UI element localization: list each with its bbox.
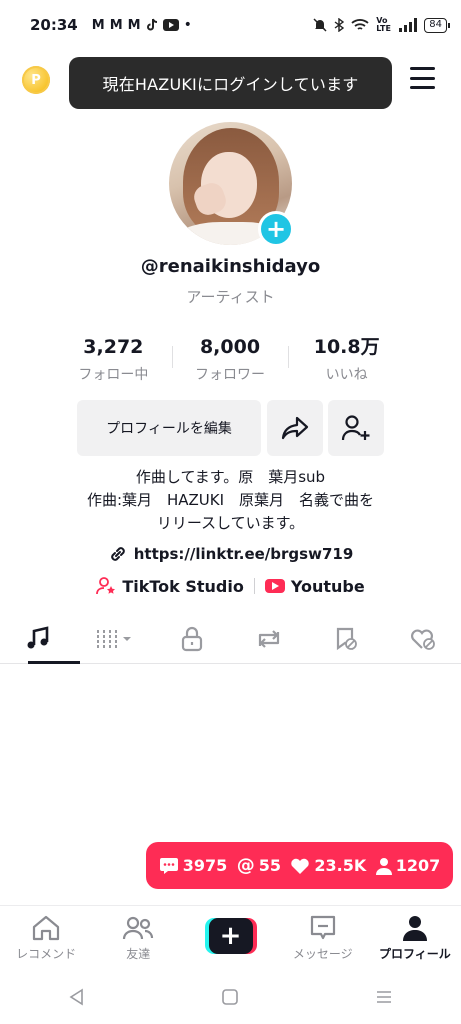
music-note-icon <box>27 625 49 648</box>
studio-label: TikTok Studio <box>122 576 244 596</box>
mention-icon: @ <box>236 855 255 876</box>
username: @renaikinshidayo <box>140 256 321 277</box>
nav-create[interactable]: + <box>184 906 276 967</box>
repost-icon <box>258 629 279 648</box>
add-avatar-button[interactable]: + <box>258 211 294 247</box>
message-icon <box>310 915 335 940</box>
bio-line: 作曲してます。原 葉月sub <box>135 468 326 486</box>
profile-icon <box>402 916 427 941</box>
nav-inbox-label: メッセージ <box>292 947 353 961</box>
nav-home[interactable]: レコメンド <box>0 906 92 967</box>
external-links: TikTok Studio Youtube <box>0 576 461 596</box>
menu-icon[interactable] <box>410 67 435 89</box>
edit-profile-button[interactable]: プロフィールを編集 <box>77 400 261 456</box>
comments-count: 3975 <box>182 856 228 875</box>
recents-icon[interactable] <box>375 988 393 1006</box>
youtube-label: Youtube <box>290 576 365 596</box>
comment-icon <box>159 857 178 874</box>
liked-hidden-icon <box>410 629 435 650</box>
likes-total: 23.5K <box>314 856 367 875</box>
likes-count: 10.8万 <box>313 336 380 358</box>
nav-inbox[interactable]: メッセージ <box>277 906 369 967</box>
link-icon <box>110 547 125 561</box>
mentions-count: 55 <box>258 856 281 875</box>
followers-summary: 1207 <box>375 856 441 875</box>
profile-link[interactable]: https://linktr.ee/brgsw719 <box>0 544 461 564</box>
bluetooth-icon <box>334 18 345 32</box>
home-icon <box>32 915 60 941</box>
tab-videos[interactable] <box>77 614 154 663</box>
following-label: フォロー中 <box>78 367 149 383</box>
youtube-link[interactable]: Youtube <box>255 577 375 596</box>
coin-icon[interactable]: P <box>22 66 50 94</box>
tab-music[interactable] <box>0 614 80 664</box>
back-icon[interactable] <box>68 988 86 1006</box>
link-text: https://linktr.ee/brgsw719 <box>133 545 354 563</box>
bio-line: 作曲:葉月 HAZUKI 原葉月 名義で曲を <box>86 491 375 509</box>
likes-summary: 23.5K <box>290 856 366 875</box>
nav-home-label: レコメンド <box>16 947 77 961</box>
lock-icon <box>181 626 203 651</box>
heart-icon <box>291 858 310 874</box>
dot-icon: • <box>183 17 192 33</box>
share-profile-button[interactable] <box>267 400 323 456</box>
plus-icon: + <box>208 918 253 954</box>
youtube-icon <box>162 19 179 31</box>
status-bar: 20:34 M M M • Vo LTE 84 <box>0 0 461 50</box>
mute-icon <box>313 18 327 32</box>
tab-liked[interactable] <box>384 614 461 663</box>
tab-reposts[interactable] <box>230 614 307 663</box>
account-category: アーティスト <box>186 288 275 306</box>
following-stat[interactable]: 3,272 フォロー中 <box>55 334 172 384</box>
grid-filter-icon <box>97 629 132 648</box>
bottom-navigation: レコメンド 友達 + メッセージ プロフィール <box>0 905 461 967</box>
studio-icon <box>96 577 116 595</box>
login-toast: 現在HAZUKIにログインしています <box>69 57 392 109</box>
profile-stats: 3,272 フォロー中 8,000 フォロワー 10.8万 いいね <box>55 334 405 384</box>
status-time: 20:34 <box>30 16 78 34</box>
nav-profile[interactable]: プロフィール <box>369 906 461 967</box>
add-user-icon <box>341 415 370 441</box>
battery-indicator: 84 <box>424 17 450 33</box>
tiktok-studio-link[interactable]: TikTok Studio <box>86 576 254 596</box>
create-button[interactable]: + <box>204 918 257 954</box>
followers-label: フォロワー <box>195 367 265 383</box>
friends-icon <box>123 916 154 940</box>
likes-stat[interactable]: 10.8万 いいね <box>288 334 405 384</box>
gmail-icon: M <box>91 17 105 33</box>
followers-count: 8,000 <box>199 336 261 358</box>
nav-friends[interactable]: 友達 <box>92 906 184 967</box>
profile-tabs <box>0 614 461 664</box>
mentions-summary: @ 55 <box>237 855 281 876</box>
comments-summary: 3975 <box>159 856 228 875</box>
person-icon <box>375 857 392 875</box>
youtube-icon <box>264 579 285 593</box>
tab-favorites[interactable] <box>307 614 384 663</box>
system-navigation <box>0 970 461 1024</box>
bookmark-hidden-icon <box>336 627 357 650</box>
signal-icon <box>399 18 418 32</box>
home-square-icon[interactable] <box>221 988 239 1006</box>
gmail-icon: M <box>109 17 123 33</box>
tab-private[interactable] <box>154 614 231 663</box>
followers-stat[interactable]: 8,000 フォロワー <box>171 334 289 384</box>
profile-bio: 作曲してます。原 葉月sub 作曲:葉月 HAZUKI 原葉月 名義で曲を リリ… <box>0 466 461 535</box>
activity-summary[interactable]: 3975 @ 55 23.5K 1207 <box>146 842 453 889</box>
likes-label: いいね <box>325 367 368 383</box>
nav-profile-label: プロフィール <box>379 947 451 961</box>
nav-friends-label: 友達 <box>126 947 151 961</box>
network-type: Vo LTE <box>376 16 391 33</box>
bio-line: リリースしています。 <box>156 514 305 532</box>
gmail-icon: M <box>127 17 141 33</box>
add-friend-button[interactable] <box>328 400 384 456</box>
following-count: 3,272 <box>83 336 144 358</box>
wifi-icon <box>351 19 369 30</box>
followers-total: 1207 <box>395 856 441 875</box>
share-icon <box>281 416 309 440</box>
tiktok-icon <box>146 18 157 31</box>
